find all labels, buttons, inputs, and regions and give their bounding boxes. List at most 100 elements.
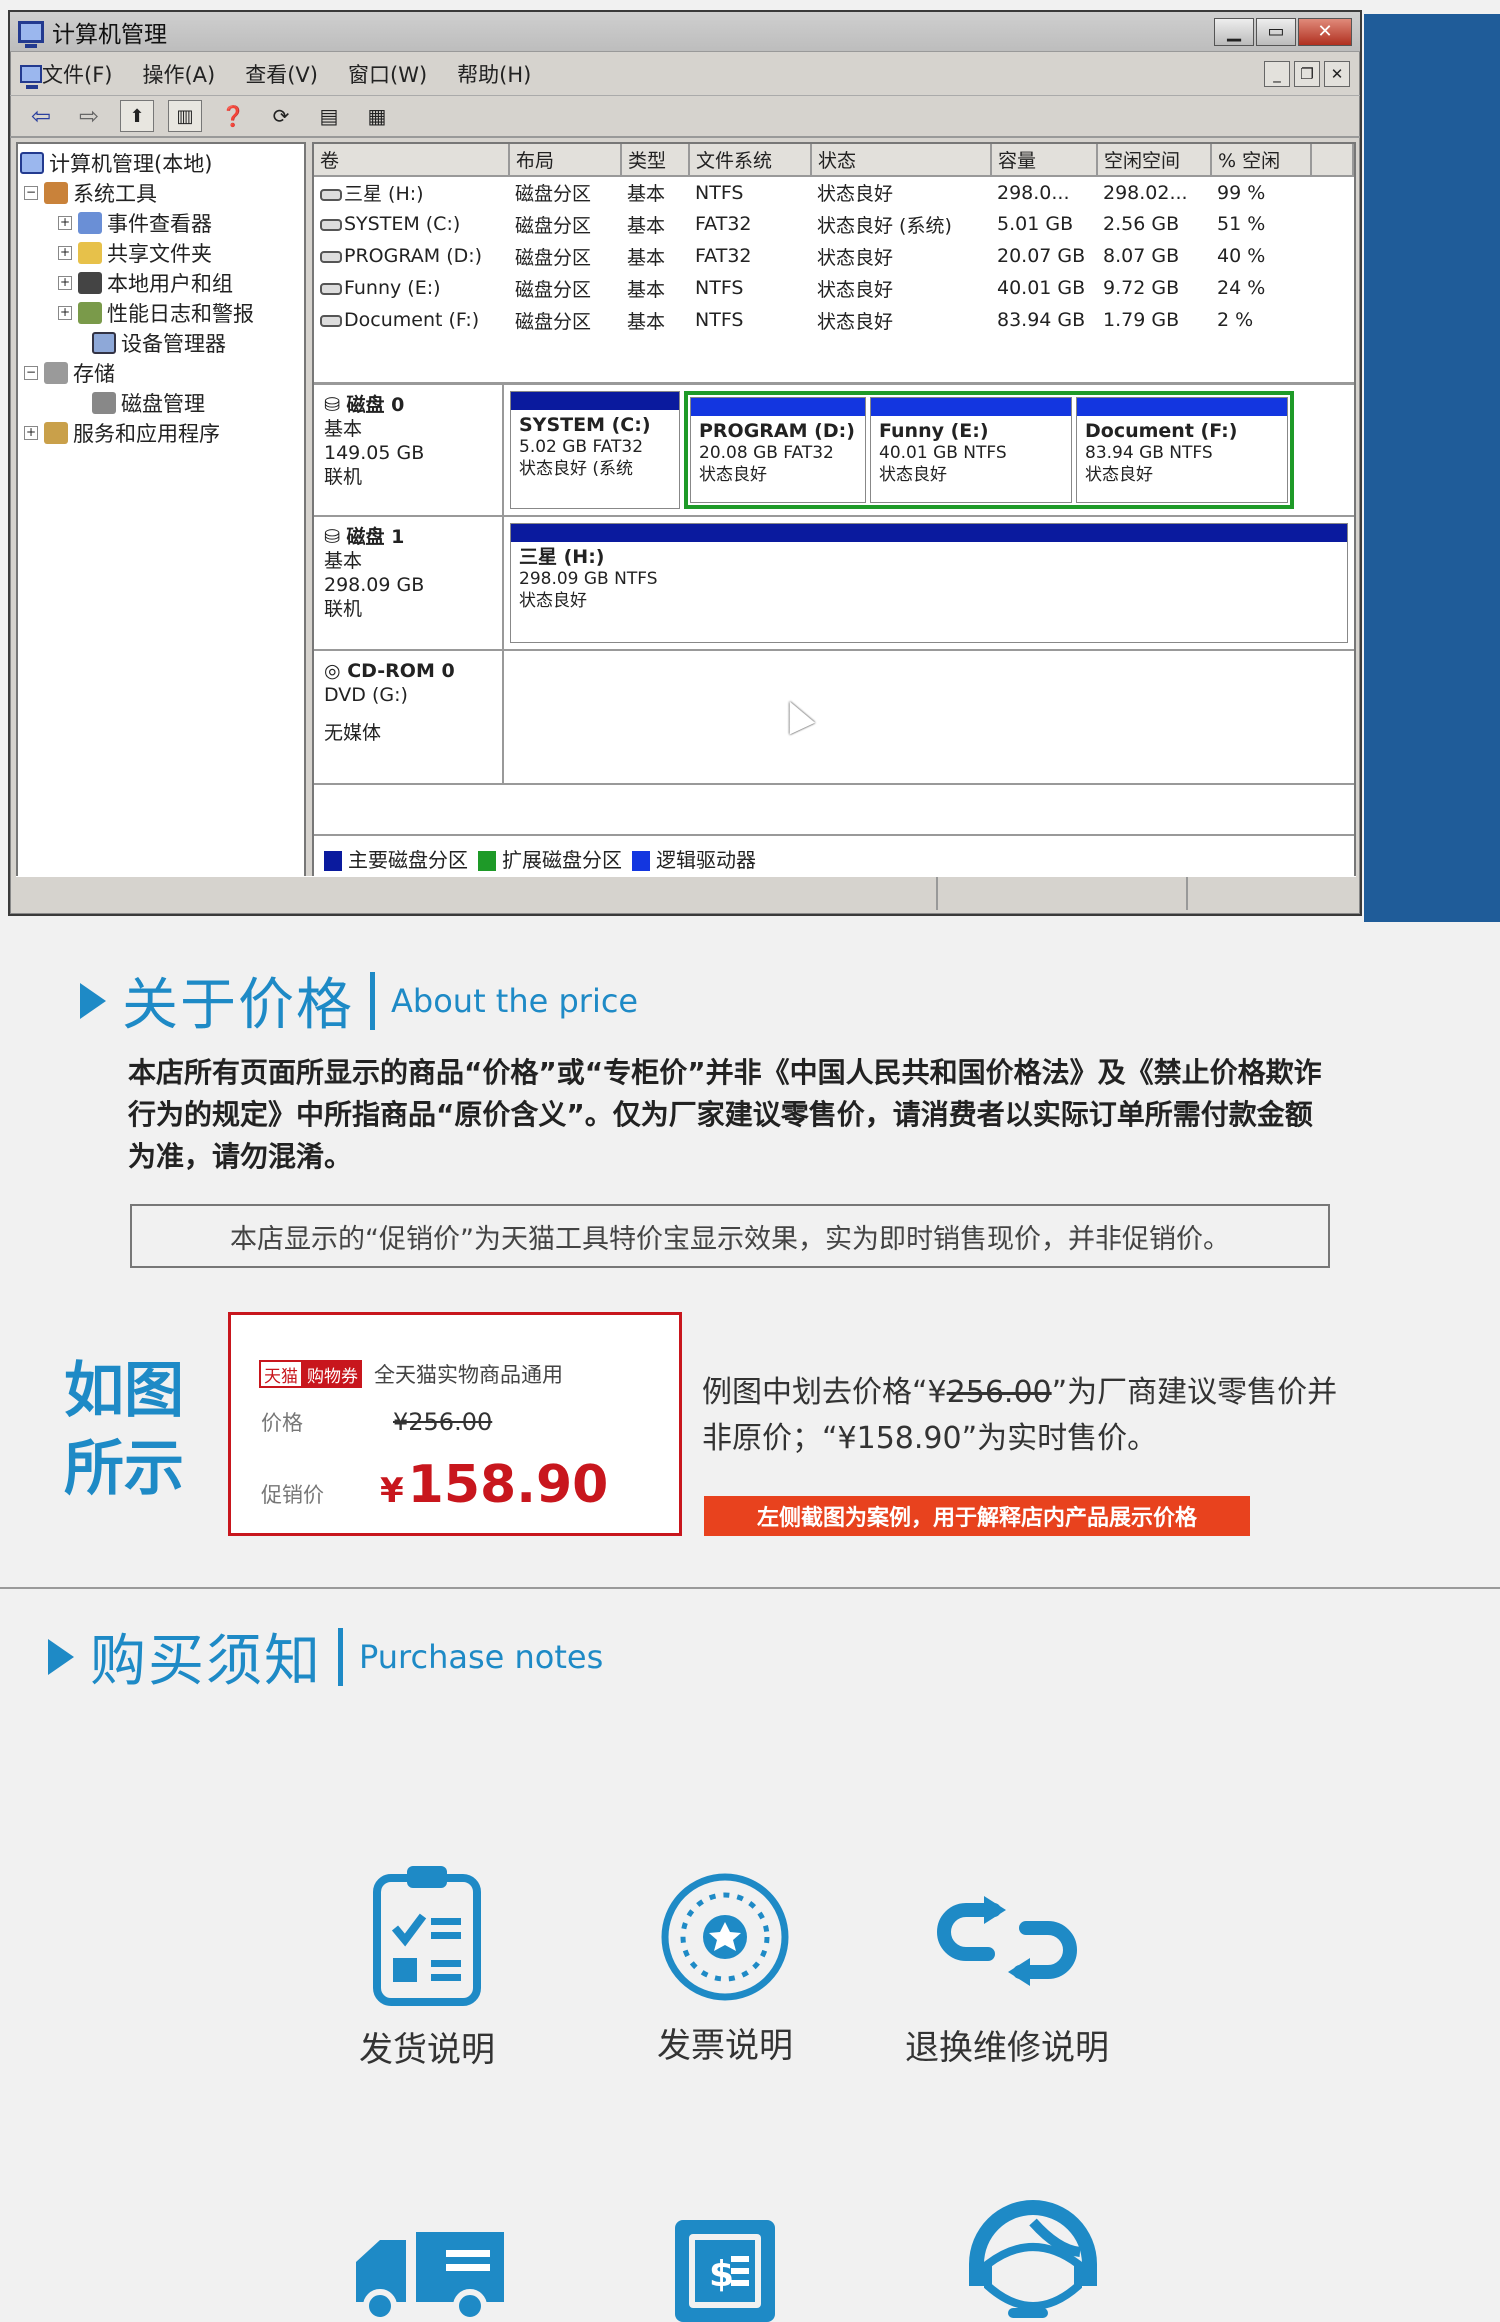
device-manager-icon <box>92 332 116 354</box>
column-header-free-space[interactable]: 空闲空间 <box>1097 144 1212 177</box>
toolbar: ⇦ ⇨ ⬆ ▥ ❓ ⟳ ▤ ▦ <box>10 96 1360 138</box>
extended-partition[interactable]: PROGRAM (D:) 20.08 GB FAT32 状态良好 Funny (… <box>684 391 1294 509</box>
tree-item-root[interactable]: 计算机管理(本地) <box>18 148 304 178</box>
partition-system-c[interactable]: SYSTEM (C:) 5.02 GB FAT32 状态良好 (系统 <box>510 391 680 509</box>
properties-icon[interactable]: ❓ <box>216 100 250 132</box>
invoice-info-link[interactable]: 发票说明 <box>600 1870 850 2067</box>
legend-logical-swatch <box>632 851 650 871</box>
tree-item-device-manager[interactable]: 设备管理器 <box>18 328 304 358</box>
payment-info-link[interactable]: $ <box>600 2212 850 2322</box>
column-header-empty <box>1311 144 1354 177</box>
mdi-minimize-button[interactable]: _ <box>1264 60 1290 87</box>
delivery-info-link[interactable] <box>302 2232 552 2322</box>
column-header-capacity[interactable]: 容量 <box>991 144 1098 177</box>
section-divider <box>0 1587 1500 1589</box>
minimize-button[interactable]: ▁ <box>1214 17 1254 46</box>
column-header-volume[interactable]: 卷 <box>314 144 510 177</box>
legend-primary-swatch <box>324 851 342 871</box>
menu-view[interactable]: 查看(V) <box>245 59 318 89</box>
expand-toggle[interactable]: + <box>24 426 38 440</box>
expand-toggle[interactable]: + <box>58 246 72 260</box>
table-row[interactable]: Document (F:) 磁盘分区 基本 NTFS 状态良好 83.94 GB… <box>314 304 1353 336</box>
collapse-toggle[interactable]: − <box>24 186 38 200</box>
disk-partitions-1: 三星 (H:) 298.09 GB NTFS 状态良好 <box>504 517 1354 649</box>
shipping-info-link[interactable]: 发货说明 <box>302 1862 552 2071</box>
menu-window[interactable]: 窗口(W) <box>348 59 427 89</box>
menu-computer-icon[interactable] <box>20 64 42 89</box>
mdi-restore-button[interactable]: ❐ <box>1294 60 1320 87</box>
volume-icon <box>320 250 342 263</box>
mdi-close-button[interactable]: ✕ <box>1324 60 1350 87</box>
customer-service-headset-icon <box>969 2200 1097 2318</box>
table-row[interactable]: SYSTEM (C:) 磁盘分区 基本 FAT32 状态良好 (系统) 5.01… <box>314 208 1353 240</box>
original-price: ¥256.00 <box>393 1408 493 1436</box>
expand-toggle[interactable]: + <box>58 306 72 320</box>
table-row[interactable]: Funny (E:) 磁盘分区 基本 NTFS 状态良好 40.01 GB 9.… <box>314 272 1353 304</box>
promo-note-box: 本店显示的“促销价”为天猫工具特价宝显示效果，实为即时销售现价，并非促销价。 <box>130 1204 1330 1268</box>
disk-row-0: ⛁ 磁盘 0 基本 149.05 GB 联机 SYSTEM (C:) 5.02 … <box>314 385 1354 517</box>
partition-funny-e[interactable]: Funny (E:) 40.01 GB NTFS 状态良好 <box>870 397 1072 503</box>
forward-arrow-icon[interactable]: ⇨ <box>72 100 106 132</box>
tree-item-system-tools[interactable]: − 系统工具 <box>18 178 304 208</box>
tree-item-disk-management[interactable]: 磁盘管理 <box>18 388 304 418</box>
close-button[interactable]: ✕ <box>1298 17 1352 46</box>
disk-label-1[interactable]: ⛁ 磁盘 1 基本 298.09 GB 联机 <box>314 517 504 649</box>
price-title-en: About the price <box>391 981 639 1020</box>
menu-file[interactable]: 文件(F) <box>42 59 112 89</box>
column-header-status[interactable]: 状态 <box>811 144 992 177</box>
return-repair-info-link[interactable]: 退换维修说明 <box>882 1896 1132 2069</box>
menu-action[interactable]: 操作(A) <box>142 59 215 89</box>
triangle-bullet-icon <box>48 1638 74 1675</box>
example-label: 如图所示 <box>64 1356 184 1504</box>
tree-item-local-users[interactable]: + 本地用户和组 <box>18 268 304 298</box>
partition-program-d[interactable]: PROGRAM (D:) 20.08 GB FAT32 状态良好 <box>690 397 866 503</box>
title-bar[interactable]: 计算机管理 ▁ ▭ ✕ <box>10 12 1360 52</box>
window-body: 计算机管理(本地) − 系统工具 + 事件查看器 + 共享文件夹 + 本地用户和… <box>16 142 1356 882</box>
disk-partitions-0: SYSTEM (C:) 5.02 GB FAT32 状态良好 (系统 PROGR… <box>504 385 1354 515</box>
partition-document-f[interactable]: Document (F:) 83.94 GB NTFS 状态良好 <box>1076 397 1288 503</box>
disk-drive-icon: ⛁ <box>324 526 340 548</box>
shared-folder-icon <box>78 242 102 264</box>
tree-item-shared-folders[interactable]: + 共享文件夹 <box>18 238 304 268</box>
export-list-icon[interactable]: ▤ <box>312 100 346 132</box>
svg-text:$: $ <box>709 2254 734 2295</box>
table-row[interactable]: PROGRAM (D:) 磁盘分区 基本 FAT32 状态良好 20.07 GB… <box>314 240 1353 272</box>
price-paragraph: 本店所有页面所显示的商品“价格”或“专柜价”并非《中国人民共和国价格法》及《禁止… <box>128 1056 1322 1173</box>
column-header-percent-free[interactable]: % 空闲 <box>1211 144 1312 177</box>
back-arrow-icon[interactable]: ⇦ <box>24 100 58 132</box>
storage-icon <box>44 362 68 384</box>
expand-toggle[interactable]: + <box>58 276 72 290</box>
example-banner: 左侧截图为案例，用于解释店内产品展示价格 <box>704 1496 1250 1536</box>
expand-toggle[interactable]: + <box>58 216 72 230</box>
menu-help[interactable]: 帮助(H) <box>457 59 531 89</box>
maximize-button[interactable]: ▭ <box>1256 17 1296 46</box>
show-hide-tree-icon[interactable]: ▥ <box>168 100 202 132</box>
customer-service-link[interactable] <box>908 2190 1158 2322</box>
tree-item-storage[interactable]: − 存储 <box>18 358 304 388</box>
help-icon[interactable]: ▦ <box>360 100 394 132</box>
disk-label-0[interactable]: ⛁ 磁盘 0 基本 149.05 GB 联机 <box>314 385 504 515</box>
coupon-tag: 购物券 <box>303 1360 362 1388</box>
disk-row-cdrom: ◎ CD-ROM 0 DVD (G:) 无媒体 <box>314 651 1354 785</box>
refresh-icon[interactable]: ⟳ <box>264 100 298 132</box>
cdrom-label[interactable]: ◎ CD-ROM 0 DVD (G:) 无媒体 <box>314 651 504 783</box>
cdrom-area[interactable] <box>504 651 1354 783</box>
users-icon <box>78 272 102 294</box>
navigation-tree: 计算机管理(本地) − 系统工具 + 事件查看器 + 共享文件夹 + 本地用户和… <box>16 142 306 882</box>
column-header-type[interactable]: 类型 <box>621 144 690 177</box>
promo-price: 158.90 <box>407 1455 609 1515</box>
tree-item-services[interactable]: + 服务和应用程序 <box>18 418 304 448</box>
column-header-filesystem[interactable]: 文件系统 <box>689 144 812 177</box>
collapse-toggle[interactable]: − <box>24 366 38 380</box>
side-blue-panel <box>1364 14 1500 922</box>
computer-icon <box>20 152 44 174</box>
column-header-layout[interactable]: 布局 <box>509 144 622 177</box>
disk-management-pane: 卷 布局 类型 文件系统 状态 容量 空闲空间 % 空闲 三星 (H:) 磁盘分… <box>312 142 1356 882</box>
tree-item-event-viewer[interactable]: + 事件查看器 <box>18 208 304 238</box>
table-header-row: 卷 布局 类型 文件系统 状态 容量 空闲空间 % 空闲 <box>314 144 1354 177</box>
tree-item-performance-logs[interactable]: + 性能日志和警报 <box>18 298 304 328</box>
up-folder-icon[interactable]: ⬆ <box>120 100 154 132</box>
table-row[interactable]: 三星 (H:) 磁盘分区 基本 NTFS 状态良好 298.0... 298.0… <box>314 176 1353 208</box>
partition-samsung-h[interactable]: 三星 (H:) 298.09 GB NTFS 状态良好 <box>510 523 1348 643</box>
volume-table: 卷 布局 类型 文件系统 状态 容量 空闲空间 % 空闲 三星 (H:) 磁盘分… <box>314 144 1354 336</box>
